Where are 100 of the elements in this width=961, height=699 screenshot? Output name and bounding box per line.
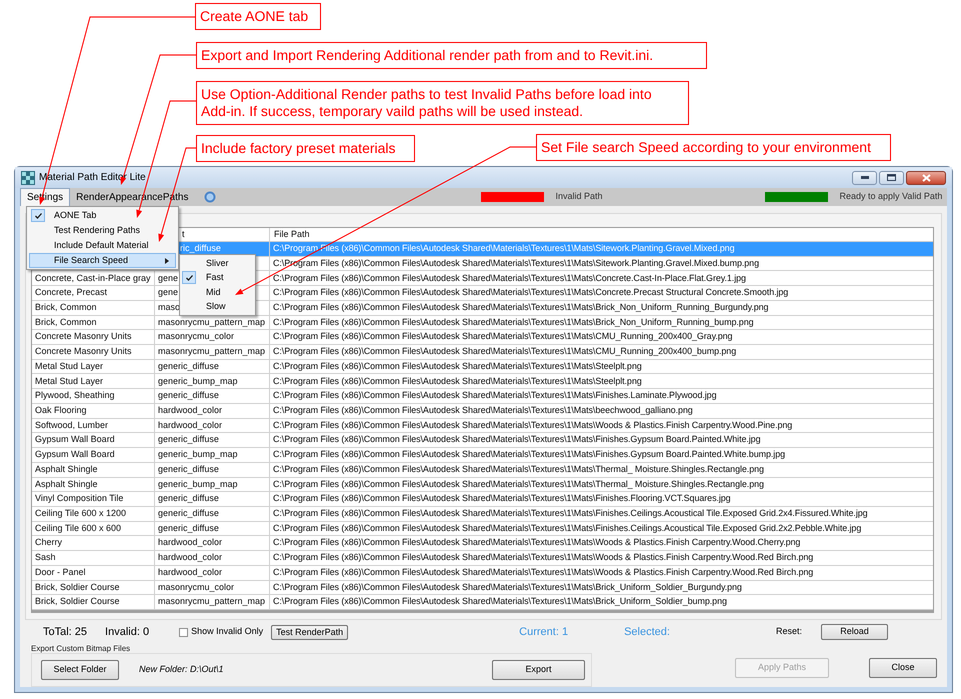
group-title: Export Custom Bitmap Files [31, 644, 132, 653]
table-cell: Concrete, Cast-in-Place gray [32, 271, 155, 286]
show-invalid-checkbox[interactable]: Show Invalid Only [179, 625, 264, 639]
table-cell-text: C:\Program Files (x86)\Common Files\Autodesk Shared\Materials\Textures\1\Mats\Brick_Non_Uniform_Running_bump.png [272, 316, 755, 329]
table-row[interactable]: Plywood, Sheathing generic_diffuse C:\Program Files (x86)\Common Files\Autodesk Shared\Materials\Textures\1\Mats\Finishes.Laminate.Plywood.jpg [32, 389, 933, 404]
table-cell: Vinyl Composition Tile [32, 492, 155, 506]
table-cell-text: C:\Program Files (x86)\Common Files\Autodesk Shared\Materials\Textures\1\Mats\Finishes.Ceilings.Acoustical Tile.Exposed Grid.2x4.Fissured.White.jpg [272, 507, 869, 520]
table-row[interactable]: Vinyl Composition Tile generic_diffuse C:\Program Files (x86)\Common Files\Autodesk Shared\Materials\Textures\1\Mats\Finishes.Flooring.VCT.Squares.jpg [32, 492, 933, 507]
table-cell: hardwood_color [155, 418, 270, 432]
table-cell: Ceiling Tile 600 x 1200 [32, 506, 155, 521]
selected-label: Selected: [624, 624, 670, 640]
table-cell: generic_bump_map [155, 374, 270, 388]
table-cell: hardwood_color [155, 404, 270, 418]
table-cell: Gypsum Wall Board [32, 433, 155, 448]
close-button[interactable]: Close [869, 658, 937, 678]
table-cell-text: C:\Program Files (x86)\Common Files\Autodesk Shared\Materials\Textures\1\Mats\Finishes.Laminate.Plywood.jpg [272, 389, 718, 402]
table-cell: Asphalt Shingle [32, 462, 155, 476]
table-cell-text: C:\Program Files (x86)\Common Files\Autodesk Shared\Materials\Textures\1\Mats\Sitework.Planting.Gravel.Mixed.png [272, 242, 736, 256]
table-row[interactable]: Metal Stud Layer generic_bump_map C:\Program Files (x86)\Common Files\Autodesk Shared\Materials\Textures\1\Mats\Steelplt.png [32, 374, 933, 390]
invalid-count: Invalid: 0 [105, 624, 150, 640]
table-row[interactable]: Asphalt Shingle generic_bump_map C:\Program Files (x86)\Common Files\Autodesk Shared\Materials\Textures\1\Mats\Thermal_ Moisture.Shingles.Rectangle.png [32, 478, 933, 492]
reload-button[interactable]: Reload [820, 624, 888, 640]
table-cell-text: C:\Program Files (x86)\Common Files\Autodesk Shared\Materials\Textures\1\Mats\Concrete.Precast Structural Concrete.Smooth.jpg [272, 286, 790, 300]
table-cell: generic_diffuse [155, 522, 270, 536]
current-label: Current: 1 [519, 624, 568, 640]
table-cell-text: C:\Program Files (x86)\Common Files\Autodesk Shared\Materials\Textures\1\Mats\Finishes.Flooring.VCT.Squares.jpg [272, 492, 732, 506]
maximize-button[interactable] [879, 170, 904, 184]
menu-entry[interactable]: File Search Speed [29, 253, 176, 268]
table-cell-text: C:\Program Files (x86)\Common Files\Autodesk Shared\Materials\Textures\1\Mats\CMU_Running_200x400_bump.png [272, 345, 738, 358]
table-cell: Sash [32, 551, 155, 565]
table-row[interactable]: Door - Panel hardwood_color C:\Program Files (x86)\Common Files\Autodesk Shared\Materials\Textures\1\Mats\Woods & Plastics.Finish Carpentry.Wood.Red Birch.png [32, 566, 933, 581]
table-cell-text: C:\Program Files (x86)\Common Files\Autodesk Shared\Materials\Textures\1\Mats\Concrete.Cast-In-Place.Flat.Grey.1.jpg [272, 272, 747, 285]
table-cell: generic_bump_map [155, 448, 270, 462]
table-row[interactable]: Gypsum Wall Board generic_bump_map C:\Program Files (x86)\Common Files\Autodesk Shared\Materials\Textures\1\Mats\Finishes.Gypsum Board.Painted.White.bump.jpg [32, 448, 933, 463]
table-row[interactable]: Metal Stud Layer generic_diffuse C:\Program Files (x86)\Common Files\Autodesk Shared\Materials\Textures\1\Mats\Steelplt.png [32, 360, 933, 374]
callout-note: Include factory preset materials [196, 135, 415, 162]
menu-entry[interactable]: Fast [182, 270, 253, 285]
table-row[interactable]: Gypsum Wall Board generic_diffuse C:\Program Files (x86)\Common Files\Autodesk Shared\Materials\Textures\1\Mats\Finishes.Gypsum Board.Painted.White.jpg [32, 433, 933, 448]
table-cell: Door - Panel [32, 566, 155, 580]
table-cell: generic_diffuse [155, 462, 270, 476]
table-cell: masonrycmu_color [155, 580, 270, 594]
table-row[interactable]: Brick, Soldier Course masonrycmu_pattern_map C:\Program Files (x86)\Common Files\Autodesk Shared\Materials\Textures\1\Mats\Brick_Uniform_Soldier_bump.png [32, 595, 933, 610]
restore-icon [887, 174, 896, 181]
table-cell-text: C:\Program Files (x86)\Common Files\Autodesk Shared\Materials\Textures\1\Mats\CMU_Running_200x400_Gray.png [272, 330, 734, 344]
callout-note: Use Option-Additional Render paths to test Invalid Paths before load into Add-in. If success, temporary vaild paths will be used instead. [196, 81, 689, 125]
table-row[interactable]: Concrete Masonry Units masonrycmu_pattern_map C:\Program Files (x86)\Common Files\Autodesk Shared\Materials\Textures\1\Mats\CMU_Running_200x400_bump.png [32, 345, 933, 360]
table-cell: Brick, Common [32, 316, 155, 330]
test-renderpath-button[interactable]: Test RenderPath [271, 624, 348, 640]
table-row[interactable]: Oak Flooring hardwood_color C:\Program Files (x86)\Common Files\Autodesk Shared\Materials\Textures\1\Mats\beechwood_galliano.png [32, 404, 933, 419]
table-cell: Brick, Common [32, 300, 155, 315]
table-cell: Concrete Masonry Units [32, 345, 155, 359]
table-cell-text: C:\Program Files (x86)\Common Files\Autodesk Shared\Materials\Textures\1\Mats\Brick_Uniform_Soldier_Burgundy.png [272, 580, 743, 594]
table-row[interactable]: Ceiling Tile 600 x 1200 generic_diffuse C:\Program Files (x86)\Common Files\Autodesk Shared\Materials\Textures\1\Mats\Finishes.Ceilings.Acoustical Tile.Exposed Grid.2x4.Fissured.White.jpg [32, 506, 933, 522]
table-cell-text: C:\Program Files (x86)\Common Files\Autodesk Shared\Materials\Textures\1\Mats\Finishes.Gypsum Board.Painted.White.jpg [272, 433, 762, 446]
table-cell: Softwood, Lumber [32, 418, 155, 432]
table-cell: generic_diffuse [155, 389, 270, 403]
menu-entry[interactable]: Mid [182, 285, 253, 300]
folder-path: New Folder: D:\Out\1 [139, 663, 224, 676]
table-cell: masonrycmu_color [155, 330, 270, 344]
table-row[interactable]: Asphalt Shingle generic_diffuse C:\Program Files (x86)\Common Files\Autodesk Shared\Materials\Textures\1\Mats\Thermal_ Moisture.Shingles.Rectangle.png [32, 462, 933, 478]
table-cell: Brick, Soldier Course [32, 595, 155, 609]
close-window-button[interactable] [906, 170, 946, 184]
table-cell-text: C:\Program Files (x86)\Common Files\Autodesk Shared\Materials\Textures\1\Mats\Woods & Plastics.Finish Carpentry.Wood.Red Birch.png [272, 551, 814, 564]
table-cell: Brick, Soldier Course [32, 580, 155, 594]
table-cell-text: C:\Program Files (x86)\Common Files\Autodesk Shared\Materials\Textures\1\Mats\Thermal_ Moisture.Shingles.Rectangle.png [272, 478, 765, 491]
table-cell: Plywood, Sheathing [32, 389, 155, 403]
menu-entry[interactable]: Sliver [182, 256, 253, 270]
reset-label: Reset: [776, 625, 802, 638]
legend-label: Ready to apply Valid Path [839, 190, 942, 204]
minimize-icon [860, 176, 868, 179]
table-cell-text: C:\Program Files (x86)\Common Files\Autodesk Shared\Materials\Textures\1\Mats\Woods & Plastics.Finish Carpentry.Wood.Cherry.png [272, 536, 802, 550]
total-count: ToTal: 25 [43, 624, 88, 640]
table-row[interactable]: Cherry hardwood_color C:\Program Files (x86)\Common Files\Autodesk Shared\Materials\Textures\1\Mats\Woods & Plastics.Finish Carpentry.Wood.Cherry.png [32, 536, 933, 552]
table-cell: hardwood_color [155, 566, 270, 580]
table-row[interactable]: Softwood, Lumber hardwood_color C:\Program Files (x86)\Common Files\Autodesk Shared\Materials\Textures\1\Mats\Woods & Plastics.Finish Carpentry.Wood.Pine.png [32, 418, 933, 434]
check-icon [186, 274, 192, 281]
table-cell: masonrycmu_pattern_map [155, 595, 270, 609]
table-row[interactable]: Brick, Soldier Course masonrycmu_color C:\Program Files (x86)\Common Files\Autodesk Shared\Materials\Textures\1\Mats\Brick_Uniform_Soldier_Burgundy.png [32, 580, 933, 596]
table-cell: Concrete, Precast [32, 286, 155, 300]
help-icon [204, 191, 216, 203]
table-row[interactable]: Concrete Masonry Units masonrycmu_color C:\Program Files (x86)\Common Files\Autodesk Shared\Materials\Textures\1\Mats\CMU_Running_200x400_Gray.png [32, 330, 933, 346]
table-cell: Metal Stud Layer [32, 360, 155, 374]
column-header: File Path [273, 228, 311, 241]
table-cell-text: C:\Program Files (x86)\Common Files\Autodesk Shared\Materials\Textures\1\Mats\Steelplt.png [272, 360, 643, 373]
table-cell: hardwood_color [155, 536, 270, 550]
table-cell: generic_diffuse [155, 433, 270, 448]
table-cell: Gypsum Wall Board [32, 448, 155, 462]
table-cell-text: C:\Program Files (x86)\Common Files\Autodesk Shared\Materials\Textures\1\Mats\Steelplt.png [272, 374, 643, 388]
table-cell-text: C:\Program Files (x86)\Common Files\Autodesk Shared\Materials\Textures\1\Mats\Finishes.Ceilings.Acoustical Tile.Exposed Grid.2x2.Pebble.White.jpg [272, 522, 862, 535]
table-cell: hardwood_color [155, 551, 270, 565]
menu-entry[interactable]: Slow [182, 300, 253, 314]
table-row[interactable]: Ceiling Tile 600 x 600 generic_diffuse C:\Program Files (x86)\Common Files\Autodesk Shared\Materials\Textures\1\Mats\Finishes.Ceilings.Acoustical Tile.Exposed Grid.2x2.Pebble.White.jpg [32, 522, 933, 536]
table-cell-text: C:\Program Files (x86)\Common Files\Autodesk Shared\Materials\Textures\1\Mats\Thermal_ Moisture.Shingles.Rectangle.png [272, 462, 765, 476]
select-folder-button[interactable]: Select Folder [41, 660, 119, 680]
export-button[interactable]: Export [492, 660, 585, 680]
callout-note: Set File search Speed according to your environment [536, 134, 891, 161]
table-cell: Asphalt Shingle [32, 478, 155, 492]
minimize-button[interactable] [852, 170, 877, 184]
menu-entry[interactable]: AONE Tab [29, 208, 176, 223]
table-row[interactable]: Sash hardwood_color C:\Program Files (x86)\Common Files\Autodesk Shared\Materials\Textures\1\Mats\Woods & Plastics.Finish Carpentry.Wood.Red Birch.png [32, 551, 933, 566]
